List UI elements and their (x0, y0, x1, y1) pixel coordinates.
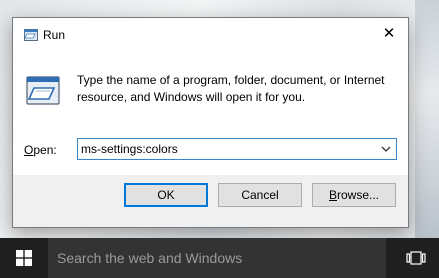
button-bar: OK Cancel Browse... (13, 175, 408, 227)
chevron-down-icon[interactable] (380, 143, 392, 155)
window-title: Run (43, 28, 66, 42)
run-icon (24, 29, 38, 41)
search-placeholder: Search the web and Windows (57, 250, 243, 266)
ok-button[interactable]: OK (124, 183, 208, 207)
run-dialog: Run ✕ Type the name of a program, folder… (12, 17, 409, 228)
browse-button[interactable]: Browse... (312, 183, 396, 207)
taskbar-search-box[interactable]: Search the web and Windows (48, 238, 386, 278)
open-label: Open: (24, 143, 57, 157)
command-input[interactable] (81, 142, 371, 156)
close-icon: ✕ (382, 25, 396, 42)
browse-accelerator: B (328, 188, 337, 202)
open-combobox[interactable] (77, 138, 397, 160)
start-button[interactable] (0, 238, 48, 278)
desktop-wallpaper-edge (415, 0, 439, 238)
run-icon (26, 76, 60, 105)
windows-logo-icon (16, 250, 32, 266)
taskbar: Search the web and Windows (0, 238, 439, 278)
open-label-accelerator: O (24, 143, 34, 157)
title-bar[interactable]: Run ✕ (13, 18, 408, 50)
dialog-content: Type the name of a program, folder, docu… (13, 50, 408, 175)
cancel-button[interactable]: Cancel (218, 183, 302, 207)
task-view-icon (406, 251, 426, 265)
task-view-button[interactable] (396, 238, 436, 278)
close-button[interactable]: ✕ (376, 22, 402, 44)
browse-label: rowse... (337, 188, 380, 202)
instruction-text: Type the name of a program, folder, docu… (77, 73, 385, 104)
open-label-text: pen: (33, 143, 57, 157)
